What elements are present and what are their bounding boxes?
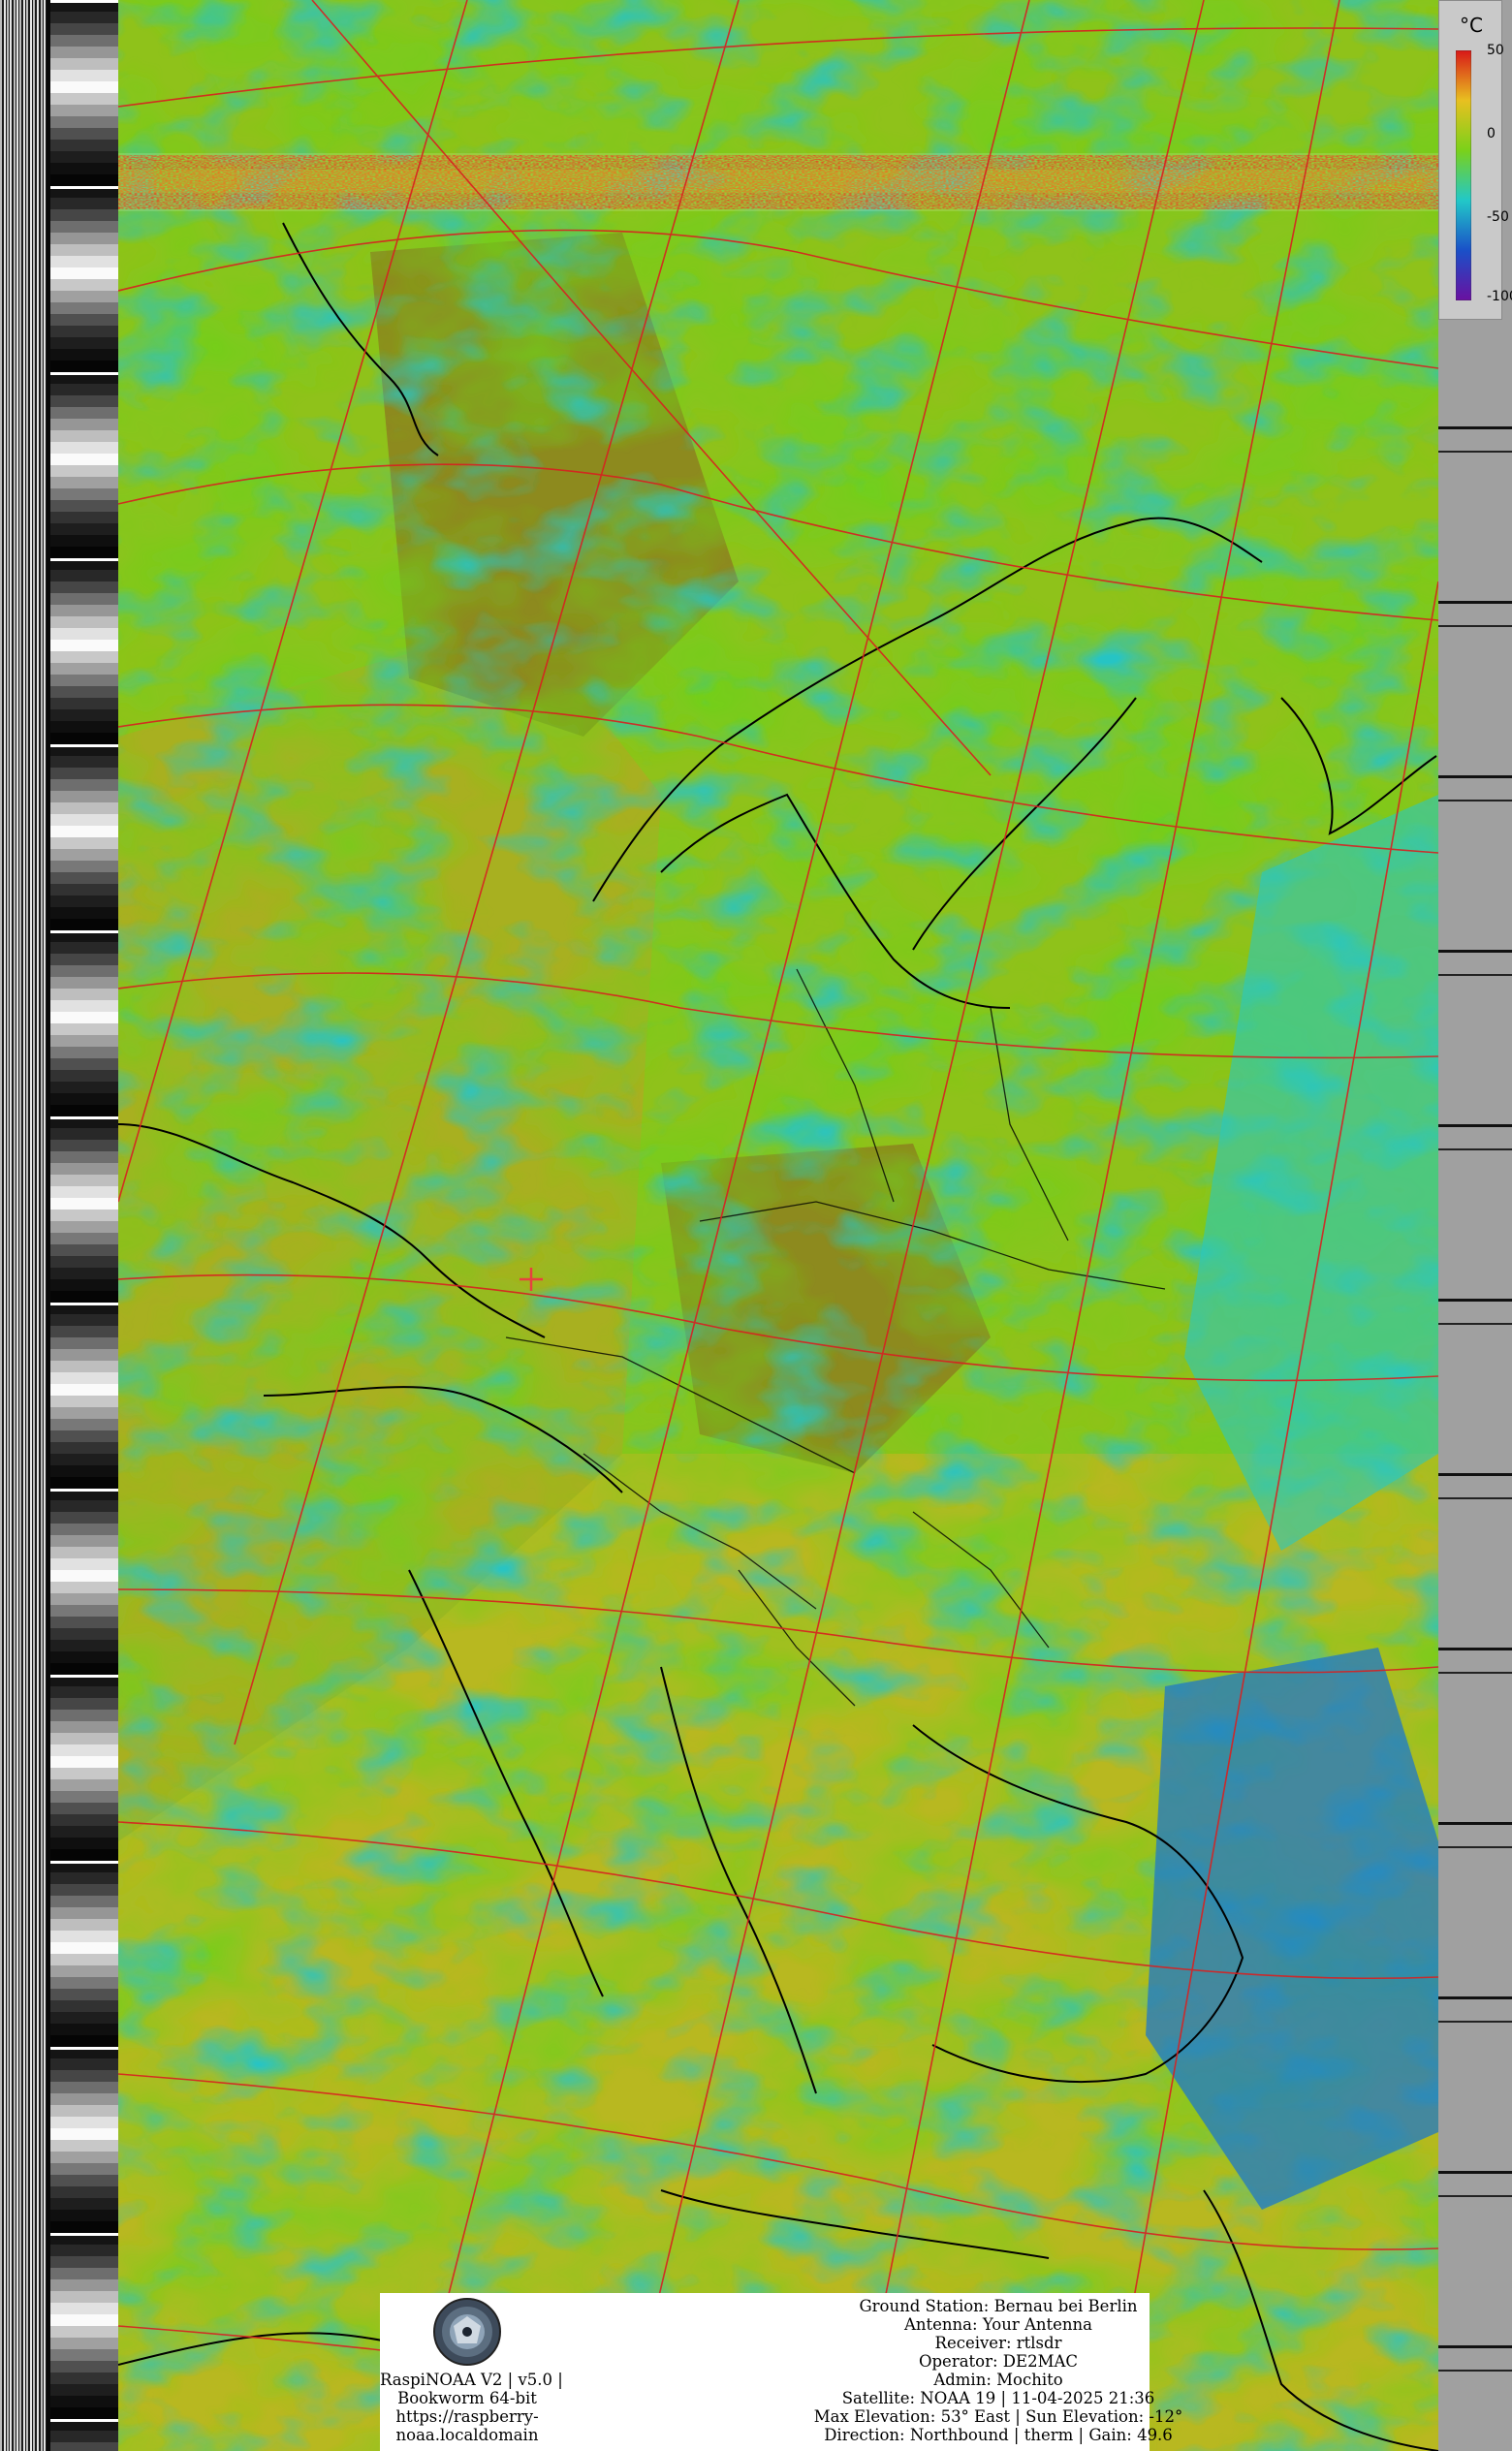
direction-line: Direction: Northbound | therm | Gain: 49… (824, 2426, 1173, 2444)
colorbar-unit: °C (1460, 14, 1483, 37)
software-info-line: RaspiNOAA V2 | v5.0 | (380, 2371, 563, 2389)
colorbar-tick-50: 50 (1487, 43, 1504, 58)
software-info-line: Bookworm 64-bit (397, 2389, 537, 2407)
colorbar-tick-0: 0 (1487, 126, 1496, 141)
antenna-line: Antenna: Your Antenna (903, 2315, 1092, 2334)
software-info-line: https://raspberry- (395, 2407, 539, 2426)
receiver-line: Receiver: rtlsdr (934, 2334, 1062, 2352)
admin-line: Admin: Mochito (933, 2371, 1063, 2389)
noaa-weather-image: °C 50 0 -50 -100 RaspiNOAA V2 | v5.0 | B… (0, 0, 1512, 2451)
colorbar-tick-minus100: -100 (1487, 289, 1512, 304)
colorbar-gradient (1456, 50, 1471, 300)
raspinoaa-logo-icon (433, 2298, 501, 2366)
thermal-map (118, 0, 1438, 2451)
pass-info: Ground Station: Bernau bei Berlin Antenn… (775, 2297, 1221, 2444)
software-info: RaspiNOAA V2 | v5.0 | Bookworm 64-bit ht… (380, 2371, 563, 2444)
apt-telemetry-strip (0, 0, 118, 2451)
colorbar-tick-minus50: -50 (1487, 209, 1509, 225)
elevation-line: Max Elevation: 53° East | Sun Elevation:… (813, 2407, 1183, 2426)
satellite-line: Satellite: NOAA 19 | 11-04-2025 21:36 (841, 2389, 1155, 2407)
software-info-line: noaa.localdomain (395, 2426, 539, 2444)
operator-line: Operator: DE2MAC (918, 2352, 1079, 2371)
right-telemetry-strip (1438, 0, 1512, 2451)
ground-station-line: Ground Station: Bernau bei Berlin (859, 2297, 1138, 2315)
